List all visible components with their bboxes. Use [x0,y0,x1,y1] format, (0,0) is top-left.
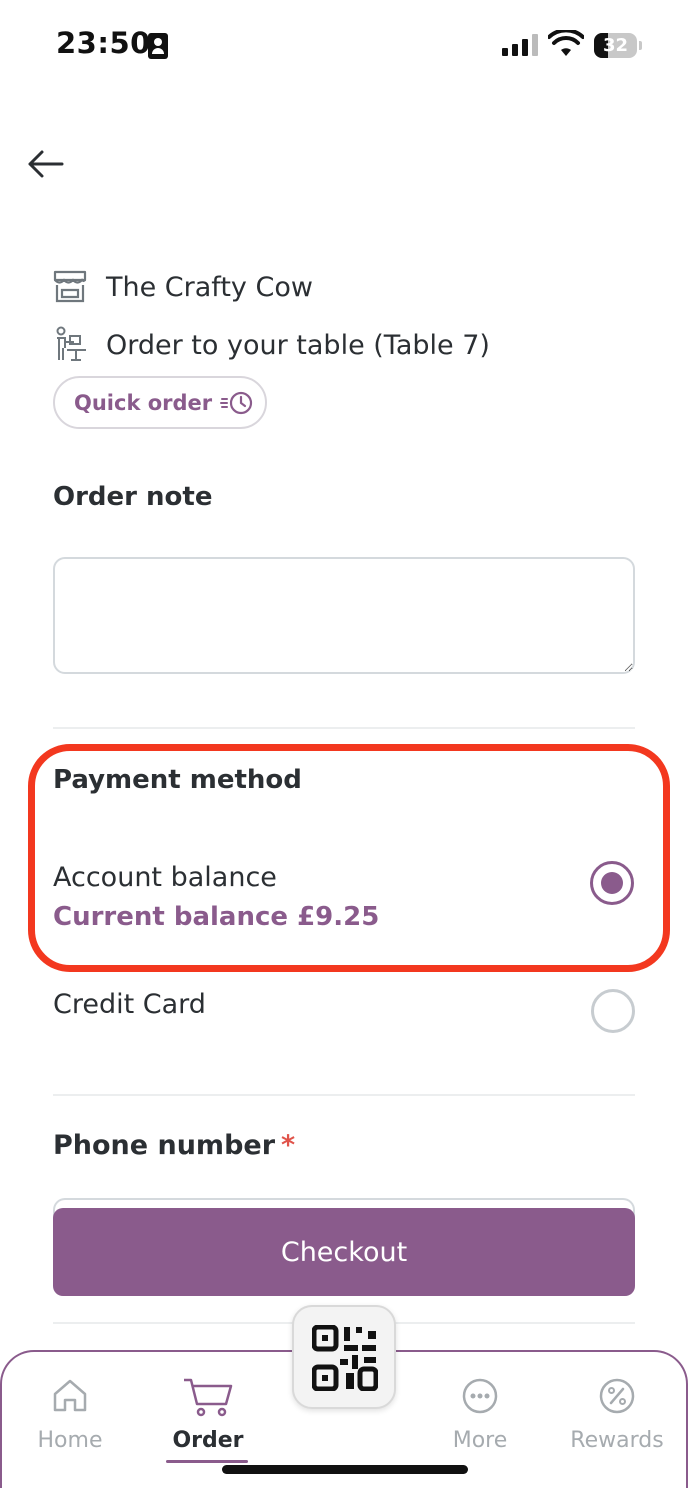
home-icon [53,1379,87,1412]
fast-clock-icon [220,391,253,414]
wifi-icon [548,30,584,56]
service-type: Order to your table (Table 7) [106,330,490,361]
venue-name: The Crafty Cow [106,272,313,303]
cart-icon [184,1378,233,1417]
divider [53,1094,635,1096]
storefront-icon [53,270,87,303]
phone-number-label: Phone number [53,1130,276,1161]
tab-order[interactable]: Order [148,1368,268,1468]
battery-nub [639,41,642,50]
more-icon [462,1378,498,1414]
home-indicator [222,1465,468,1474]
radio-selected-dot [601,872,623,894]
tab-label: Rewards [570,1428,664,1453]
tab-more[interactable]: More [420,1368,540,1468]
quick-order-button[interactable]: Quick order [53,376,267,429]
quick-order-label: Quick order [74,390,213,415]
tab-label: More [452,1428,508,1453]
account-balance-radio[interactable] [590,861,634,905]
order-note-input[interactable] [53,557,635,674]
checkout-button[interactable]: Checkout [53,1208,635,1296]
tab-home[interactable]: Home [10,1368,130,1468]
order-note-title: Order note [53,482,213,512]
payment-option-label: Credit Card [53,989,206,1020]
status-time: 23:50 [56,26,151,60]
tab-label: Order [172,1428,244,1453]
battery-icon: 32 [594,33,637,58]
tab-rewards[interactable]: Rewards [557,1368,677,1468]
payment-method-title: Payment method [53,765,302,795]
qr-code-icon [312,1325,378,1391]
cellular-signal-icon [502,34,538,56]
tab-label: Home [37,1428,103,1453]
credit-card-radio[interactable] [591,989,635,1033]
divider [53,727,635,729]
percent-icon [599,1378,635,1414]
back-button[interactable] [22,142,70,186]
waiter-table-icon [56,326,86,361]
qr-scan-button[interactable] [292,1305,396,1409]
phone-number-title: Phone number * [53,1130,295,1161]
required-mark: * [281,1130,296,1161]
battery-level: 32 [602,35,629,56]
current-balance: Current balance £9.25 [53,902,380,932]
contact-card-icon [148,33,168,59]
active-tab-indicator [166,1460,248,1463]
arrow-left-icon [28,150,64,178]
payment-option-label: Account balance [53,862,277,893]
